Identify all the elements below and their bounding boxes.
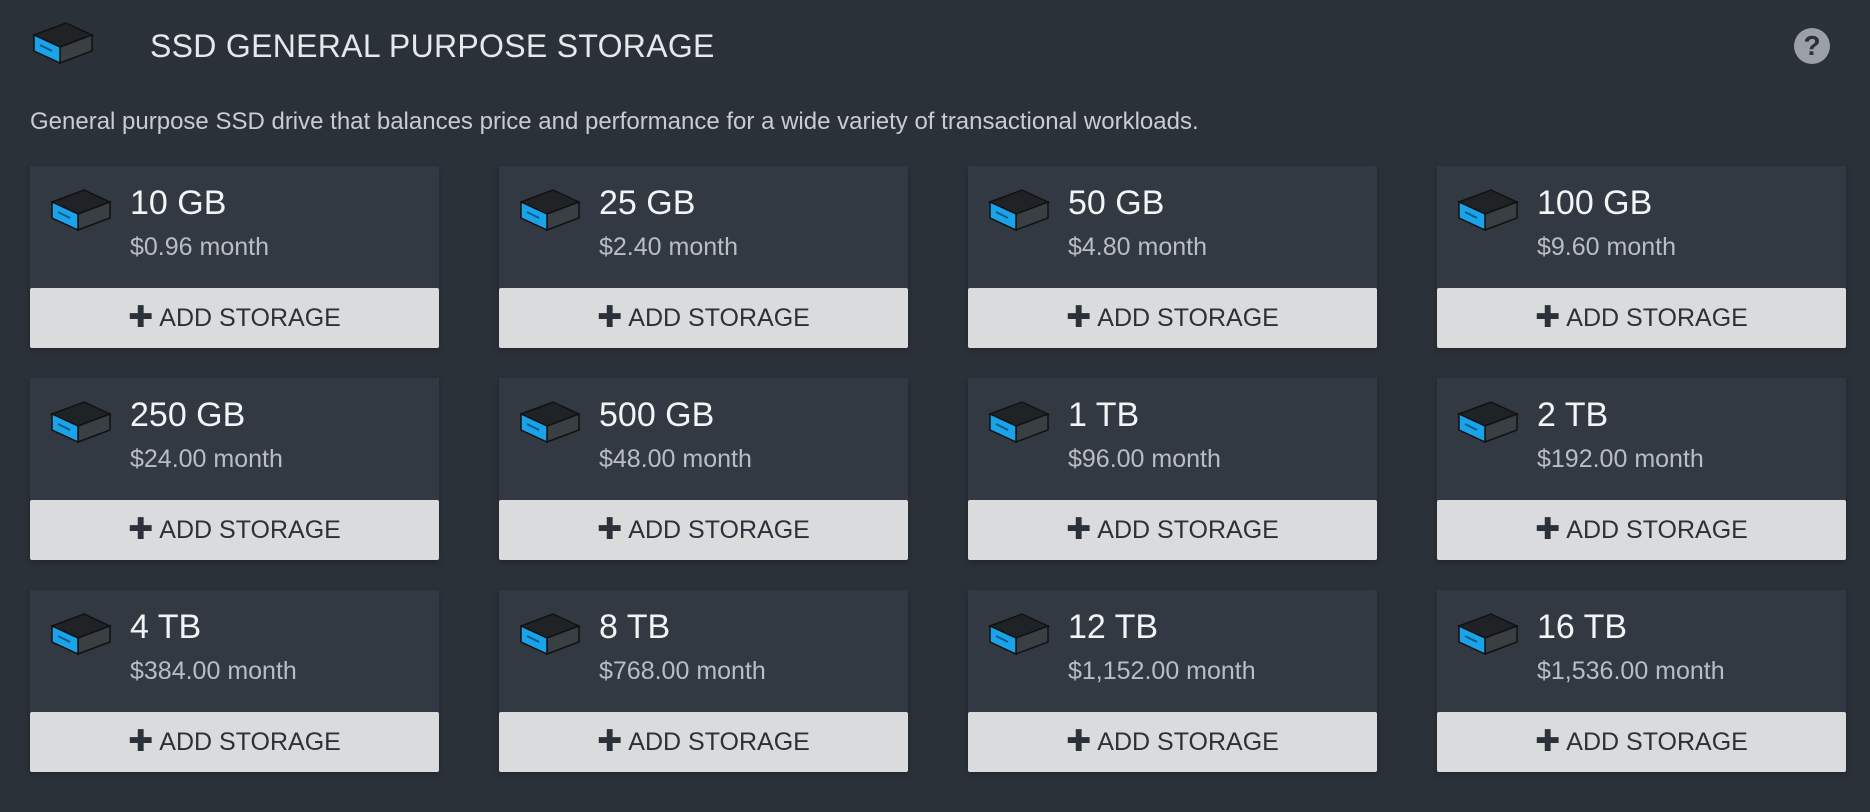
add-storage-button[interactable]: ✚ ADD STORAGE: [1437, 712, 1846, 772]
storage-plan-grid: 10 GB $0.96 month ✚ ADD STORAGE 25 GB $2.…: [30, 166, 1846, 772]
add-storage-button[interactable]: ✚ ADD STORAGE: [30, 500, 439, 560]
add-storage-button[interactable]: ✚ ADD STORAGE: [499, 712, 908, 772]
plus-icon: ✚: [1066, 725, 1092, 758]
plan-price: $4.80 month: [1068, 233, 1207, 261]
plan-price: $0.96 month: [130, 233, 269, 261]
storage-plan-card: 100 GB $9.60 month ✚ ADD STORAGE: [1437, 166, 1846, 348]
storage-drive-icon: [30, 17, 94, 75]
add-storage-button[interactable]: ✚ ADD STORAGE: [30, 712, 439, 772]
plan-price: $768.00 month: [599, 657, 766, 685]
add-storage-button[interactable]: ✚ ADD STORAGE: [1437, 500, 1846, 560]
storage-drive-icon: [48, 396, 112, 454]
add-storage-label: ADD STORAGE: [628, 515, 810, 544]
add-storage-label: ADD STORAGE: [628, 303, 810, 332]
plan-size: 25 GB: [599, 184, 696, 222]
storage-page: SSD GENERAL PURPOSE STORAGE ? General pu…: [0, 0, 1870, 812]
add-storage-label: ADD STORAGE: [1097, 303, 1279, 332]
plus-icon: ✚: [1535, 513, 1561, 546]
storage-drive-icon: [1455, 184, 1519, 242]
plus-icon: ✚: [1535, 301, 1561, 334]
storage-drive-icon: [517, 396, 581, 454]
add-storage-button[interactable]: ✚ ADD STORAGE: [1437, 288, 1846, 348]
add-storage-label: ADD STORAGE: [1566, 515, 1748, 544]
add-storage-button[interactable]: ✚ ADD STORAGE: [499, 500, 908, 560]
plan-size: 10 GB: [130, 184, 227, 222]
add-storage-button[interactable]: ✚ ADD STORAGE: [499, 288, 908, 348]
add-storage-button[interactable]: ✚ ADD STORAGE: [968, 712, 1377, 772]
add-storage-label: ADD STORAGE: [1097, 727, 1279, 756]
plan-price: $9.60 month: [1537, 233, 1676, 261]
storage-plan-card: 500 GB $48.00 month ✚ ADD STORAGE: [499, 378, 908, 560]
plan-size: 4 TB: [130, 608, 202, 646]
plan-size: 1 TB: [1068, 396, 1140, 434]
storage-plan-card: 50 GB $4.80 month ✚ ADD STORAGE: [968, 166, 1377, 348]
add-storage-label: ADD STORAGE: [628, 727, 810, 756]
plan-size: 100 GB: [1537, 184, 1653, 222]
plus-icon: ✚: [1066, 513, 1092, 546]
plan-price: $1,152.00 month: [1068, 657, 1256, 685]
add-storage-label: ADD STORAGE: [159, 515, 341, 544]
plus-icon: ✚: [1535, 725, 1561, 758]
header: SSD GENERAL PURPOSE STORAGE ?: [30, 0, 1840, 92]
plus-icon: ✚: [597, 301, 623, 334]
plan-price: $384.00 month: [130, 657, 297, 685]
storage-plan-card: 8 TB $768.00 month ✚ ADD STORAGE: [499, 590, 908, 772]
add-storage-label: ADD STORAGE: [1566, 303, 1748, 332]
help-icon[interactable]: ?: [1794, 28, 1830, 64]
plus-icon: ✚: [597, 725, 623, 758]
storage-plan-card: 16 TB $1,536.00 month ✚ ADD STORAGE: [1437, 590, 1846, 772]
storage-drive-icon: [517, 608, 581, 666]
storage-plan-card: 25 GB $2.40 month ✚ ADD STORAGE: [499, 166, 908, 348]
storage-plan-card: 12 TB $1,152.00 month ✚ ADD STORAGE: [968, 590, 1377, 772]
storage-drive-icon: [517, 184, 581, 242]
storage-plan-card: 2 TB $192.00 month ✚ ADD STORAGE: [1437, 378, 1846, 560]
plan-price: $192.00 month: [1537, 445, 1704, 473]
add-storage-button[interactable]: ✚ ADD STORAGE: [30, 288, 439, 348]
plan-size: 8 TB: [599, 608, 671, 646]
add-storage-label: ADD STORAGE: [1097, 515, 1279, 544]
add-storage-label: ADD STORAGE: [159, 727, 341, 756]
plan-price: $24.00 month: [130, 445, 283, 473]
page-description: General purpose SSD drive that balances …: [30, 108, 1199, 135]
plan-size: 2 TB: [1537, 396, 1609, 434]
plan-price: $48.00 month: [599, 445, 752, 473]
storage-drive-icon: [986, 608, 1050, 666]
plan-price: $2.40 month: [599, 233, 738, 261]
plus-icon: ✚: [1066, 301, 1092, 334]
plan-price: $96.00 month: [1068, 445, 1221, 473]
add-storage-button[interactable]: ✚ ADD STORAGE: [968, 288, 1377, 348]
plan-price: $1,536.00 month: [1537, 657, 1725, 685]
plan-size: 250 GB: [130, 396, 246, 434]
storage-plan-card: 10 GB $0.96 month ✚ ADD STORAGE: [30, 166, 439, 348]
add-storage-label: ADD STORAGE: [1566, 727, 1748, 756]
plus-icon: ✚: [128, 301, 154, 334]
plan-size: 500 GB: [599, 396, 715, 434]
plan-size: 16 TB: [1537, 608, 1628, 646]
plus-icon: ✚: [128, 725, 154, 758]
page-title: SSD GENERAL PURPOSE STORAGE: [150, 27, 715, 64]
plan-size: 50 GB: [1068, 184, 1165, 222]
plan-size: 12 TB: [1068, 608, 1159, 646]
storage-drive-icon: [1455, 608, 1519, 666]
storage-plan-card: 1 TB $96.00 month ✚ ADD STORAGE: [968, 378, 1377, 560]
storage-drive-icon: [986, 184, 1050, 242]
storage-drive-icon: [1455, 396, 1519, 454]
storage-plan-card: 250 GB $24.00 month ✚ ADD STORAGE: [30, 378, 439, 560]
add-storage-label: ADD STORAGE: [159, 303, 341, 332]
plus-icon: ✚: [597, 513, 623, 546]
plus-icon: ✚: [128, 513, 154, 546]
storage-plan-card: 4 TB $384.00 month ✚ ADD STORAGE: [30, 590, 439, 772]
storage-drive-icon: [986, 396, 1050, 454]
storage-drive-icon: [48, 184, 112, 242]
storage-drive-icon: [48, 608, 112, 666]
add-storage-button[interactable]: ✚ ADD STORAGE: [968, 500, 1377, 560]
